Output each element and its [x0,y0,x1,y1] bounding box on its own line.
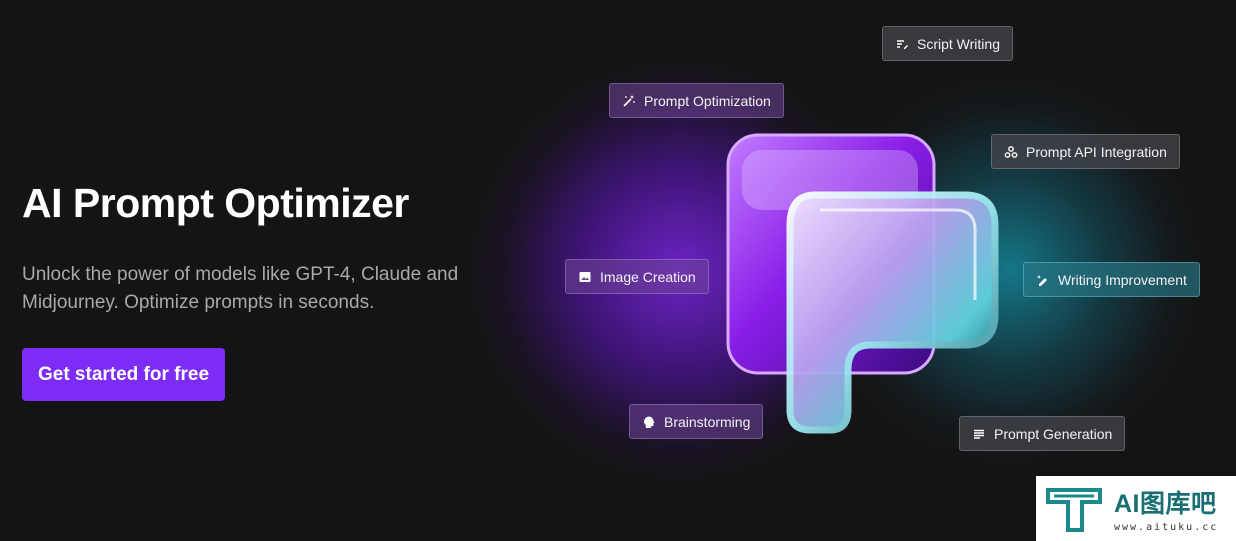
chip-writing-improvement[interactable]: Writing Improvement [1023,262,1200,297]
product-logo-icon [726,133,999,434]
edit-sparkle-icon [1036,273,1050,287]
watermark-url: www.aituku.cc [1114,522,1219,533]
chip-prompt-generation[interactable]: Prompt Generation [959,416,1126,451]
chip-script-writing[interactable]: Script Writing [882,26,1013,61]
chip-label: Image Creation [600,268,696,285]
chip-label: Prompt Generation [994,425,1113,442]
chip-label: Prompt API Integration [1026,143,1167,160]
chip-label: Brainstorming [664,413,751,430]
script-edit-icon [895,37,909,51]
hero-subtitle: Unlock the power of models like GPT-4, C… [22,264,459,313]
api-webhook-icon [1004,145,1018,159]
chip-label: Writing Improvement [1058,271,1187,288]
chip-image-creation[interactable]: Image Creation [565,259,709,294]
chip-label: Script Writing [917,35,1000,52]
chip-prompt-api-integration[interactable]: Prompt API Integration [991,134,1180,169]
get-started-button[interactable]: Get started for free [22,348,225,401]
chip-prompt-optimization[interactable]: Prompt Optimization [609,83,784,118]
chip-brainstorming[interactable]: Brainstorming [629,404,764,439]
aituku-logo-icon [1046,487,1102,532]
page-title: AI Prompt Optimizer [22,180,409,226]
magic-wand-icon [622,94,636,108]
brain-head-icon [642,415,656,429]
image-icon [578,270,592,284]
watermark-brand: AI图库吧 [1114,490,1217,518]
watermark: AI图库吧 www.aituku.cc [1036,476,1236,541]
text-lines-icon [972,427,986,441]
chip-label: Prompt Optimization [644,92,771,109]
